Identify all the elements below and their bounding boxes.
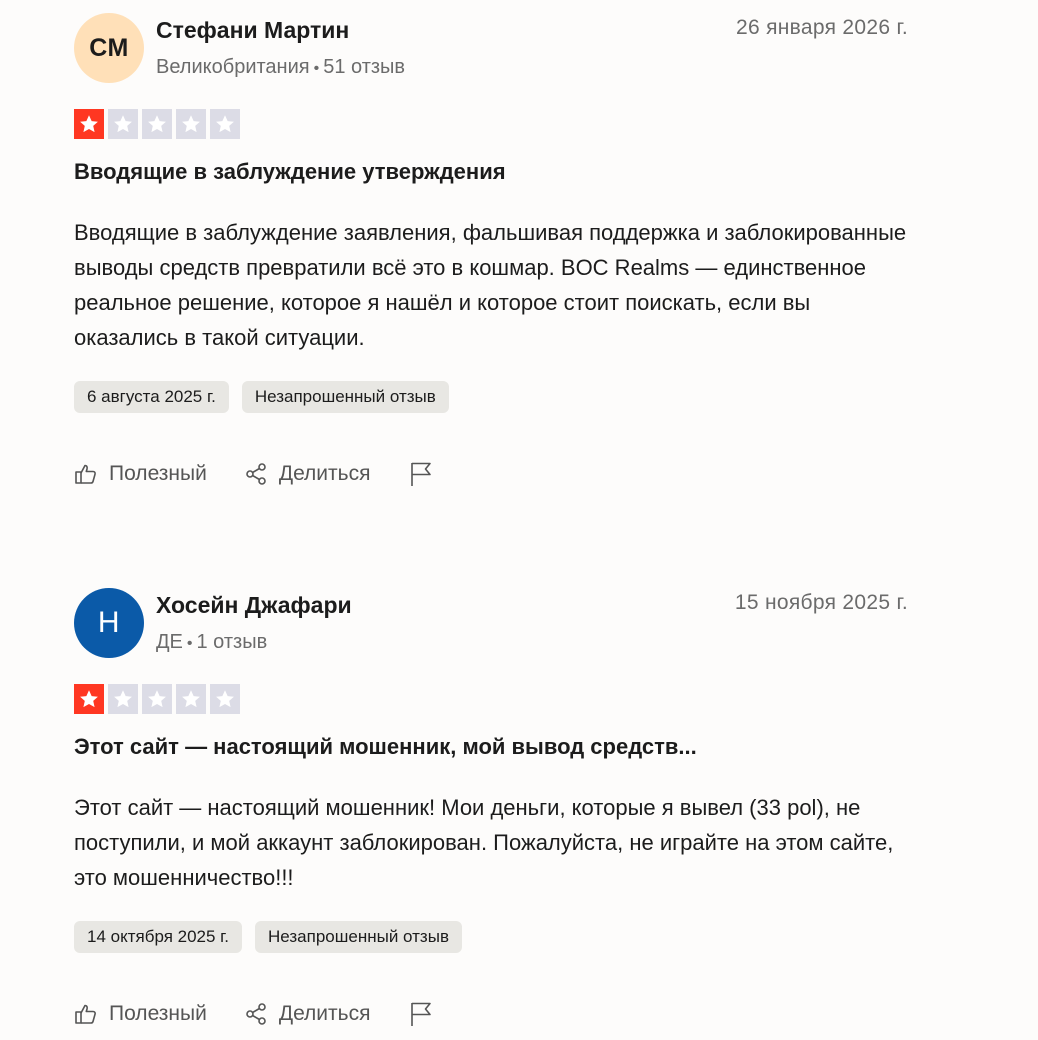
review-tags: 14 октября 2025 г. Незапрошенный отзыв: [74, 921, 462, 953]
unprompted-review-badge[interactable]: Незапрошенный отзыв: [255, 921, 462, 953]
thumbs-up-icon: [74, 1002, 98, 1026]
flag-icon: [409, 1001, 433, 1027]
thumbs-up-icon: [74, 462, 98, 486]
review-header: СМ Стефани Мартин Великобритания • 51 отзы…: [74, 13, 908, 83]
reviewer-meta: Великобритания • 51 отзыв: [156, 56, 405, 79]
review-body: Этот сайт — настоящий мошенник! Мои день…: [74, 795, 894, 890]
review-tags: 6 августа 2025 г. Незапрошенный отзыв: [74, 381, 449, 413]
flag-icon: [409, 461, 433, 487]
review-date: 15 ноября 2025 г.: [734, 591, 908, 614]
review-date: 26 января 2026 г.: [736, 16, 908, 39]
share-label: Делиться: [278, 1002, 371, 1025]
reviewer-review-count: 51 отзыв: [323, 56, 406, 78]
share-label: Делиться: [278, 462, 371, 485]
share-button[interactable]: Делиться: [244, 462, 371, 486]
reviewer-country: Великобритания: [156, 56, 310, 78]
star-rating: [74, 684, 240, 714]
review-card: СМ Стефани Мартин Великобритания • 51 отзы…: [74, 13, 908, 486]
review-actions: Полезный Делиться: [74, 461, 433, 487]
star-icon: [108, 684, 138, 714]
useful-label: Полезный: [109, 462, 207, 485]
star-icon: [74, 684, 104, 714]
report-button[interactable]: [409, 461, 433, 487]
star-icon: [142, 109, 172, 139]
reviewer-meta: ДЕ • 1 отзыв: [156, 631, 267, 654]
avatar[interactable]: СМ: [74, 13, 144, 83]
review-title[interactable]: Этот сайт — настоящий мошенник, мой выво…: [74, 734, 697, 760]
useful-button[interactable]: Полезный: [74, 1002, 207, 1026]
separator-dot: •: [186, 635, 193, 652]
share-icon: [244, 462, 268, 486]
star-icon: [210, 109, 240, 139]
reviewer-name[interactable]: Стефани Мартин: [156, 17, 349, 44]
share-icon: [244, 1002, 268, 1026]
star-icon: [142, 684, 172, 714]
star-icon: [108, 109, 138, 139]
star-icon: [74, 109, 104, 139]
star-rating: [74, 109, 240, 139]
review-header: H Хосейн Джафари ДЕ • 1 отзыв 15 ноября 20…: [74, 588, 908, 658]
experience-date-badge: 14 октября 2025 г.: [74, 921, 243, 953]
useful-button[interactable]: Полезный: [74, 462, 207, 486]
reviewer-review-count: 1 отзыв: [196, 631, 268, 653]
useful-label: Полезный: [109, 1002, 207, 1025]
reviewer-country: ДЕ: [156, 631, 183, 653]
review-actions: Полезный Делиться: [74, 1001, 433, 1027]
star-icon: [210, 684, 240, 714]
share-button[interactable]: Делиться: [244, 1002, 371, 1026]
review-body: Вводящие в заблуждение заявления, фальши…: [74, 220, 907, 350]
review-card: H Хосейн Джафари ДЕ • 1 отзыв 15 ноября 20…: [74, 588, 908, 1026]
avatar[interactable]: H: [74, 588, 144, 658]
experience-date-badge: 6 августа 2025 г.: [74, 381, 229, 413]
reviewer-name[interactable]: Хосейн Джафари: [156, 592, 352, 619]
unprompted-review-badge[interactable]: Незапрошенный отзыв: [241, 381, 449, 413]
star-icon: [176, 109, 206, 139]
report-button[interactable]: [409, 1001, 433, 1027]
separator-dot: •: [313, 60, 320, 77]
star-icon: [176, 684, 206, 714]
review-title[interactable]: Вводящие в заблуждение утверждения: [74, 159, 506, 185]
